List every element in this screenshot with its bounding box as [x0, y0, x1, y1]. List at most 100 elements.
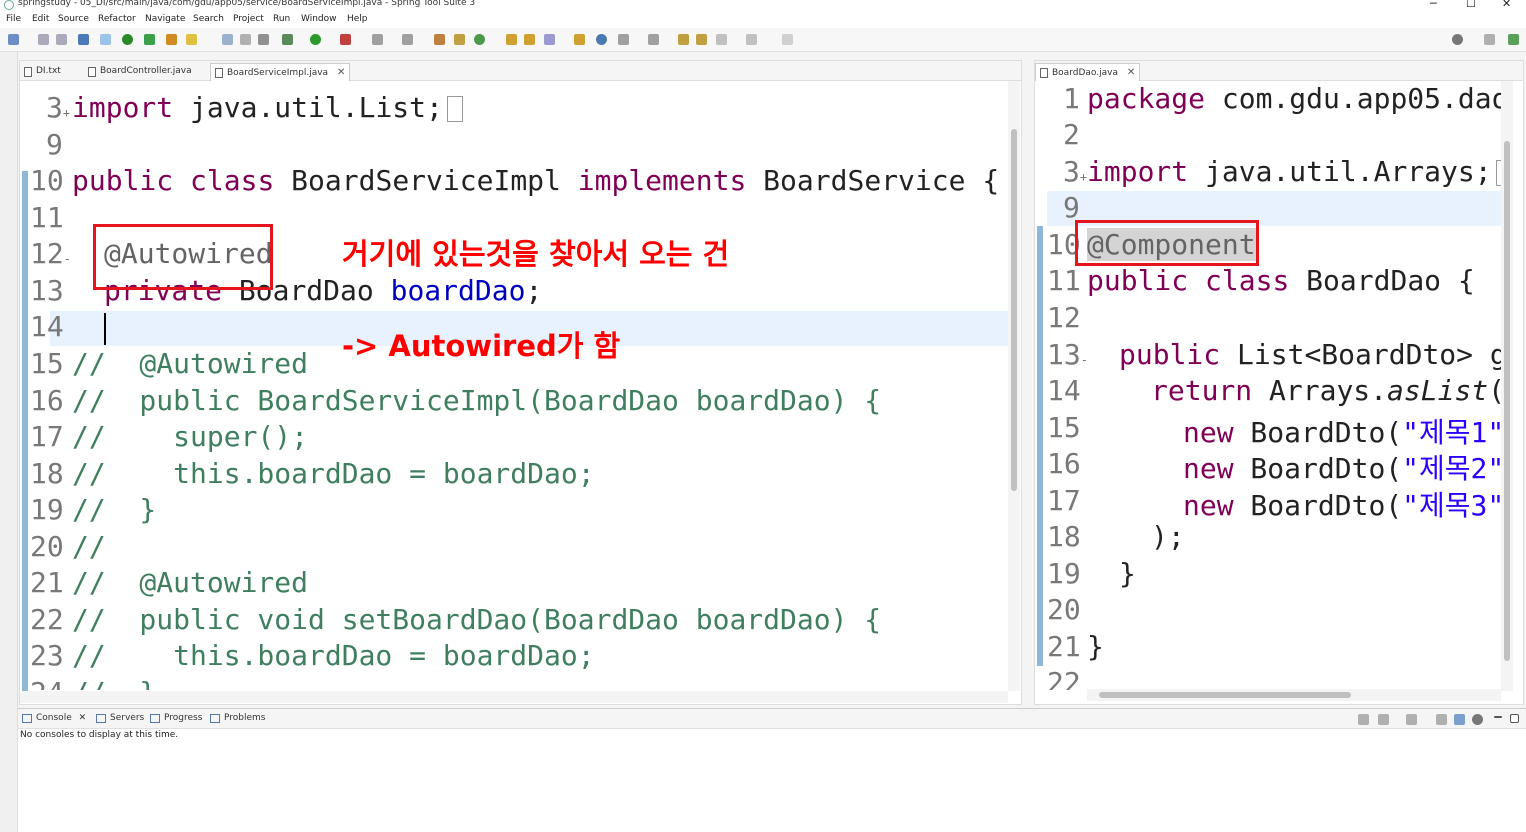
close-button[interactable]: ✕ — [1502, 0, 1511, 10]
maximize-button[interactable]: ☐ — [1466, 0, 1476, 10]
save-icon[interactable] — [38, 34, 49, 45]
new-package-icon[interactable] — [454, 34, 465, 45]
code-line-19[interactable]: } — [1119, 557, 1136, 590]
code-line-24[interactable]: // } — [72, 676, 156, 690]
debug-icon[interactable] — [282, 34, 293, 45]
console-icon[interactable] — [78, 34, 89, 45]
menu-help[interactable]: Help — [347, 14, 368, 24]
code-line-17[interactable]: new BoardDto("제목3" — [1183, 484, 1501, 524]
left-vertical-scrollbar[interactable] — [1008, 81, 1020, 691]
external-tools-icon[interactable] — [340, 34, 351, 45]
tab-board-controller[interactable]: BoardController.java — [84, 63, 196, 81]
open-file-icon[interactable] — [574, 34, 585, 45]
minimize-panel-icon[interactable] — [1494, 716, 1502, 718]
new-class-icon[interactable] — [474, 34, 485, 45]
open-perspective-icon[interactable] — [1484, 34, 1495, 45]
nav-back-icon[interactable] — [716, 34, 727, 45]
code-line-20[interactable]: // — [72, 530, 106, 563]
close-tab-icon[interactable]: ✕ — [1127, 67, 1135, 78]
tab-progress[interactable]: Progress — [150, 713, 202, 723]
open-folder-icon[interactable] — [506, 34, 517, 45]
tab-servers[interactable]: Servers — [96, 713, 144, 723]
menu-edit[interactable]: Edit — [32, 14, 49, 24]
globe-icon[interactable] — [596, 34, 607, 45]
start-server-icon[interactable] — [122, 34, 133, 45]
menu-navigate[interactable]: Navigate — [145, 14, 185, 24]
scroll-thumb[interactable] — [1504, 141, 1510, 661]
tab-board-dao[interactable]: BoardDao.java ✕ — [1035, 63, 1141, 81]
new-icon[interactable] — [8, 34, 19, 45]
tab-problems[interactable]: Problems — [210, 713, 265, 723]
scroll-thumb[interactable] — [1011, 129, 1017, 491]
prev-annotation-icon[interactable] — [648, 34, 659, 45]
skip-breakpoints-icon[interactable] — [100, 34, 111, 45]
pin-console-icon[interactable] — [1436, 714, 1447, 725]
menu-run[interactable]: Run — [273, 14, 290, 24]
scroll-lock-icon[interactable] — [1454, 714, 1465, 725]
search-icon[interactable] — [1452, 34, 1463, 45]
code-line-22[interactable]: // public void setBoardDao(BoardDao boar… — [72, 603, 881, 636]
code-line-17[interactable]: // super(); — [72, 420, 308, 453]
clear-console-icon[interactable] — [1358, 714, 1369, 725]
spring-perspective-icon[interactable] — [1508, 34, 1519, 45]
menu-window[interactable]: Window — [301, 14, 337, 24]
left-horizontal-scrollbar[interactable] — [20, 691, 1008, 703]
menu-search[interactable]: Search — [193, 14, 224, 24]
code-line-3[interactable]: import java.util.Arrays; — [1087, 155, 1501, 188]
display-console-icon[interactable] — [1378, 714, 1389, 725]
refresh-icon[interactable] — [144, 34, 155, 45]
menu-source[interactable]: Source — [58, 14, 89, 24]
code-line-10[interactable]: public class BoardServiceImpl implements… — [72, 164, 999, 197]
code-line-23[interactable]: // this.boardDao = boardDao; — [72, 639, 595, 672]
right-horizontal-scrollbar[interactable] — [1087, 689, 1501, 701]
code-line-1[interactable]: package com.gdu.app05.dao; — [1087, 82, 1501, 115]
close-tab-icon[interactable]: ✕ — [337, 67, 345, 78]
menu-project[interactable]: Project — [233, 14, 264, 24]
close-tab-icon[interactable]: ✕ — [79, 713, 87, 723]
pin-editor-icon[interactable] — [782, 34, 793, 45]
tab-console[interactable]: Console ✕ — [22, 713, 86, 723]
pen-icon[interactable] — [186, 34, 197, 45]
nav-forward-icon[interactable] — [746, 34, 757, 45]
code-line-16[interactable]: // public BoardServiceImpl(BoardDao boar… — [72, 384, 881, 417]
next-annotation-icon[interactable] — [618, 34, 629, 45]
tab-di-txt[interactable]: DI.txt — [20, 63, 65, 81]
code-line-15[interactable]: new BoardDto("제목1" — [1183, 411, 1501, 451]
menu-file[interactable]: File — [6, 14, 21, 24]
code-line-16[interactable]: new BoardDto("제목2" — [1183, 447, 1501, 487]
open-task-icon[interactable] — [524, 34, 535, 45]
search-tool-icon[interactable] — [544, 34, 555, 45]
annotation-text-1: 거기에 있는것을 찾아서 오는 건 — [342, 237, 730, 271]
code-line-15[interactable]: // @Autowired — [72, 347, 308, 380]
stop-icon[interactable] — [372, 34, 383, 45]
save-all-icon[interactable] — [56, 34, 67, 45]
code-line-18[interactable]: // this.boardDao = boardDao; — [72, 457, 595, 490]
format-icon[interactable] — [240, 34, 251, 45]
scroll-thumb[interactable] — [1099, 692, 1351, 698]
new-java-project-icon[interactable] — [434, 34, 445, 45]
code-line-13[interactable]: public List<BoardDto> ge — [1119, 338, 1501, 371]
back-icon[interactable] — [696, 34, 707, 45]
code-line-19[interactable]: // } — [72, 493, 156, 526]
pilcrow-icon[interactable] — [258, 34, 269, 45]
code-line-21[interactable]: } — [1087, 630, 1104, 663]
tab-label: BoardDao.java — [1052, 68, 1118, 78]
menu-refactor[interactable]: Refactor — [98, 14, 136, 24]
line-number: 18 — [1047, 520, 1081, 553]
maximize-panel-icon[interactable] — [1510, 714, 1519, 723]
minimize-button[interactable]: ─ — [1430, 0, 1437, 10]
code-line-18[interactable]: ); — [1151, 520, 1185, 553]
code-line-21[interactable]: // @Autowired — [72, 566, 308, 599]
code-line-3[interactable]: import java.util.List; — [72, 91, 463, 124]
run-icon[interactable] — [310, 34, 321, 45]
right-vertical-scrollbar[interactable] — [1501, 81, 1513, 691]
step-icon[interactable] — [402, 34, 413, 45]
gear-icon[interactable] — [1472, 714, 1483, 725]
open-type-icon[interactable] — [222, 34, 233, 45]
tab-board-service-impl[interactable]: BoardServiceImpl.java ✕ — [210, 63, 351, 81]
open-console-icon[interactable] — [1406, 714, 1417, 725]
last-edit-icon[interactable] — [678, 34, 689, 45]
spring-icon[interactable] — [166, 34, 177, 45]
code-line-11[interactable]: public class BoardDao { — [1087, 264, 1475, 297]
code-line-14[interactable]: return Arrays.asList( — [1151, 374, 1501, 407]
